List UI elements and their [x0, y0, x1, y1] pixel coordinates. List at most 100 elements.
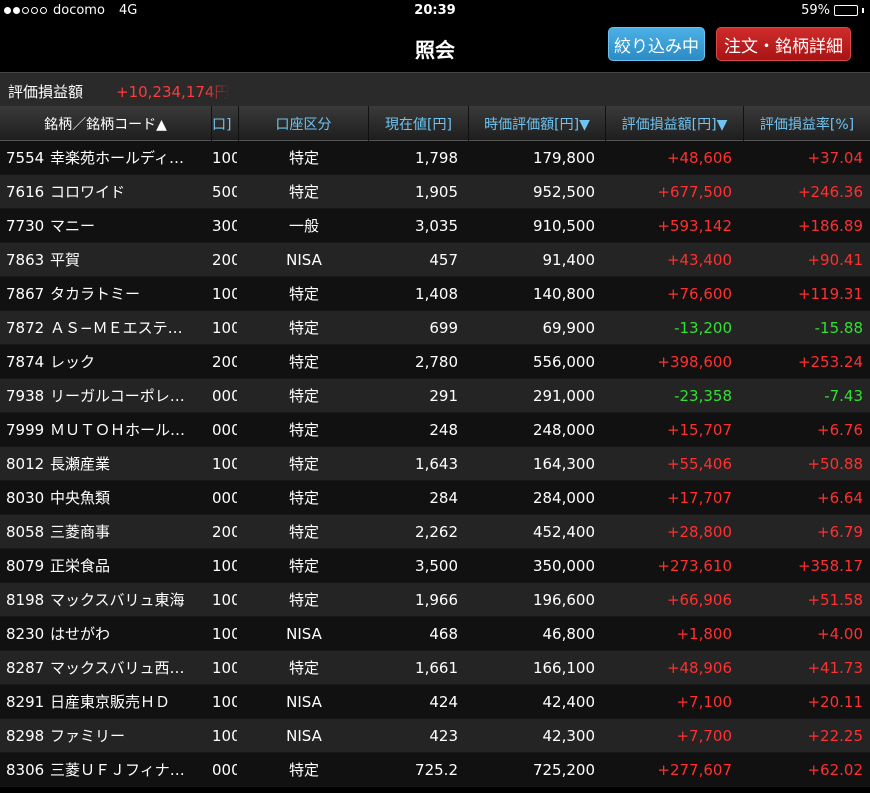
account-type: NISA: [286, 625, 322, 643]
holdings-table[interactable]: 7554 幸楽苑ホールディ… 100 特定 1,798 179,800 +48,606 +37…: [0, 141, 870, 793]
stock-name: リーガルコーポレ…: [50, 387, 185, 405]
table-row[interactable]: 8030 中央魚類 000 特定 284 284,000 +17,707 +6.64: [0, 481, 870, 515]
market-value: 350,000: [532, 557, 595, 575]
market-value: 140,800: [532, 285, 595, 303]
profit-loss-rate: +246.36: [797, 183, 863, 201]
profit-loss: +15,707: [666, 421, 732, 439]
profit-loss-rate: +41.73: [807, 659, 863, 677]
table-row[interactable]: 8058 三菱商事 200 特定 2,262 452,400 +28,800 +6.79: [0, 515, 870, 549]
account-type: NISA: [286, 693, 322, 711]
column-header-pl-rate[interactable]: 評価損益率[%]: [744, 106, 870, 141]
profit-loss: +76,600: [666, 285, 732, 303]
table-header: 銘柄／銘柄コード▲ 口] 口座区分 現在値[円] 時価評価額[円]▼ 評価損益額…: [0, 106, 870, 141]
column-header-account[interactable]: 口座区分: [239, 106, 369, 141]
stock-code: 7867: [6, 285, 45, 303]
stock-code: 8230: [6, 625, 45, 643]
account-type: 特定: [288, 523, 319, 541]
stock-code: 8079: [6, 557, 45, 575]
stock-code: 7872: [6, 319, 45, 337]
filter-button[interactable]: 絞り込み中: [608, 27, 705, 61]
order-detail-button[interactable]: 注文・銘柄詳細: [716, 27, 851, 61]
table-row[interactable]: 8079 正栄食品 100 特定 3,500 350,000 +273,610 +358.17: [0, 549, 870, 583]
column-header-pl[interactable]: 評価損益額[円]▼: [606, 106, 744, 141]
column-header-price[interactable]: 現在値[円]: [369, 106, 469, 141]
table-row[interactable]: 8291 日産東京販売ＨＤ 100 NISA 424 42,400 +7,100 +20.11: [0, 685, 870, 719]
account-type: 特定: [288, 455, 319, 473]
stock-code: 7863: [6, 251, 45, 269]
profit-loss: +28,800: [666, 523, 732, 541]
profit-loss: +593,142: [657, 217, 732, 235]
profit-loss-rate: +90.41: [807, 251, 863, 269]
stock-code: 7730: [6, 217, 45, 235]
table-row[interactable]: 7730 マニー 300 一般 3,035 910,500 +593,142 +186.89: [0, 209, 870, 243]
status-time: 20:39: [414, 3, 456, 18]
current-price: 2,262: [415, 523, 458, 541]
market-value: 46,800: [542, 625, 596, 643]
stock-code: 8058: [6, 523, 45, 541]
table-row[interactable]: 7874 レック 200 特定 2,780 556,000 +398,600 +253.24: [0, 345, 870, 379]
table-row[interactable]: 7863 平賀 200 NISA 457 91,400 +43,400 +90.41: [0, 243, 870, 277]
stock-code: 8030: [6, 489, 45, 507]
account-type: NISA: [286, 727, 322, 745]
profit-loss-rate: +186.89: [797, 217, 863, 235]
stock-code: 8012: [6, 455, 45, 473]
nav-bar: 照会 絞り込み中 注文・銘柄詳細: [0, 22, 870, 70]
stock-code: 7616: [6, 183, 45, 201]
column-header-market-value[interactable]: 時価評価額[円]▼: [469, 106, 606, 141]
profit-loss-rate: +253.24: [797, 353, 863, 371]
table-row[interactable]: 8306 三菱ＵＦＪフィナ… 000 特定 725.2 725,200 +277,607 +6…: [0, 753, 870, 787]
summary-label: 評価損益額: [8, 83, 84, 101]
market-value: 248,000: [532, 421, 595, 439]
column-header-qty[interactable]: 口]: [212, 106, 239, 141]
profit-loss-rate: +51.58: [807, 591, 863, 609]
account-type: 特定: [288, 591, 319, 609]
profit-loss: +66,906: [666, 591, 732, 609]
market-value: 42,300: [542, 727, 596, 745]
status-right: 59%: [801, 3, 864, 18]
profit-loss: +48,606: [666, 149, 732, 167]
table-row[interactable]: 7616 コロワイド 500 特定 1,905 952,500 +677,500 +246.3…: [0, 175, 870, 209]
table-row[interactable]: 7872 ＡＳ−ＭＥエステ… 100 特定 699 69,900 -13,200 -15.88: [0, 311, 870, 345]
market-value: 556,000: [532, 353, 595, 371]
table-row[interactable]: 8298 ファミリー 100 NISA 423 42,300 +7,700 +22.25: [0, 719, 870, 753]
table-row[interactable]: 8198 マックスバリュ東海 100 特定 1,966 196,600 +66,906 +51…: [0, 583, 870, 617]
quantity: 100: [212, 319, 237, 337]
profit-loss-rate: +4.00: [817, 625, 863, 643]
table-row[interactable]: 8287 マックスバリュ西… 100 特定 1,661 166,100 +48,906 +41…: [0, 651, 870, 685]
table-row[interactable]: 7938 リーガルコーポレ… 000 特定 291 291,000 -23,358 -7.43: [0, 379, 870, 413]
stock-code: 7938: [6, 387, 45, 405]
column-header-name[interactable]: 銘柄／銘柄コード▲: [0, 106, 212, 141]
profit-loss: +1,800: [676, 625, 732, 643]
quantity: 100: [212, 625, 237, 643]
profit-loss: +55,406: [666, 455, 732, 473]
stock-name: ファミリー: [50, 727, 126, 745]
stock-code: 8298: [6, 727, 45, 745]
table-row[interactable]: 7867 タカラトミー 100 特定 1,408 140,800 +76,600 +119.3…: [0, 277, 870, 311]
current-price: 423: [429, 727, 458, 745]
market-value: 284,000: [532, 489, 595, 507]
summary-bar: 評価損益額 +10,234,174円: [0, 72, 870, 106]
quantity: 100: [212, 285, 237, 303]
current-price: 424: [429, 693, 458, 711]
table-row[interactable]: 7999 ＭＵＴＯＨホール… 000 特定 248 248,000 +15,707 +6.76: [0, 413, 870, 447]
current-price: 3,035: [415, 217, 458, 235]
stock-name: マックスバリュ西…: [50, 659, 185, 677]
profit-loss-rate: +62.02: [807, 761, 863, 779]
stock-name: マニー: [50, 217, 96, 235]
stock-code: 7874: [6, 353, 45, 371]
market-value: 910,500: [532, 217, 595, 235]
profit-loss: +398,600: [657, 353, 732, 371]
current-price: 1,408: [415, 285, 458, 303]
current-price: 457: [429, 251, 458, 269]
account-type: 特定: [288, 761, 319, 779]
stock-code: 8198: [6, 591, 45, 609]
stock-code: 7999: [6, 421, 45, 439]
market-value: 42,400: [542, 693, 596, 711]
stock-code: 8291: [6, 693, 45, 711]
profit-loss-rate: +6.76: [817, 421, 863, 439]
table-row[interactable]: 8012 長瀬産業 100 特定 1,643 164,300 +55,406 +50.88: [0, 447, 870, 481]
table-row[interactable]: 8230 はせがわ 100 NISA 468 46,800 +1,800 +4.00: [0, 617, 870, 651]
table-row[interactable]: 7554 幸楽苑ホールディ… 100 特定 1,798 179,800 +48,606 +37…: [0, 141, 870, 175]
battery-icon: [834, 5, 858, 16]
quantity: 100: [212, 591, 237, 609]
